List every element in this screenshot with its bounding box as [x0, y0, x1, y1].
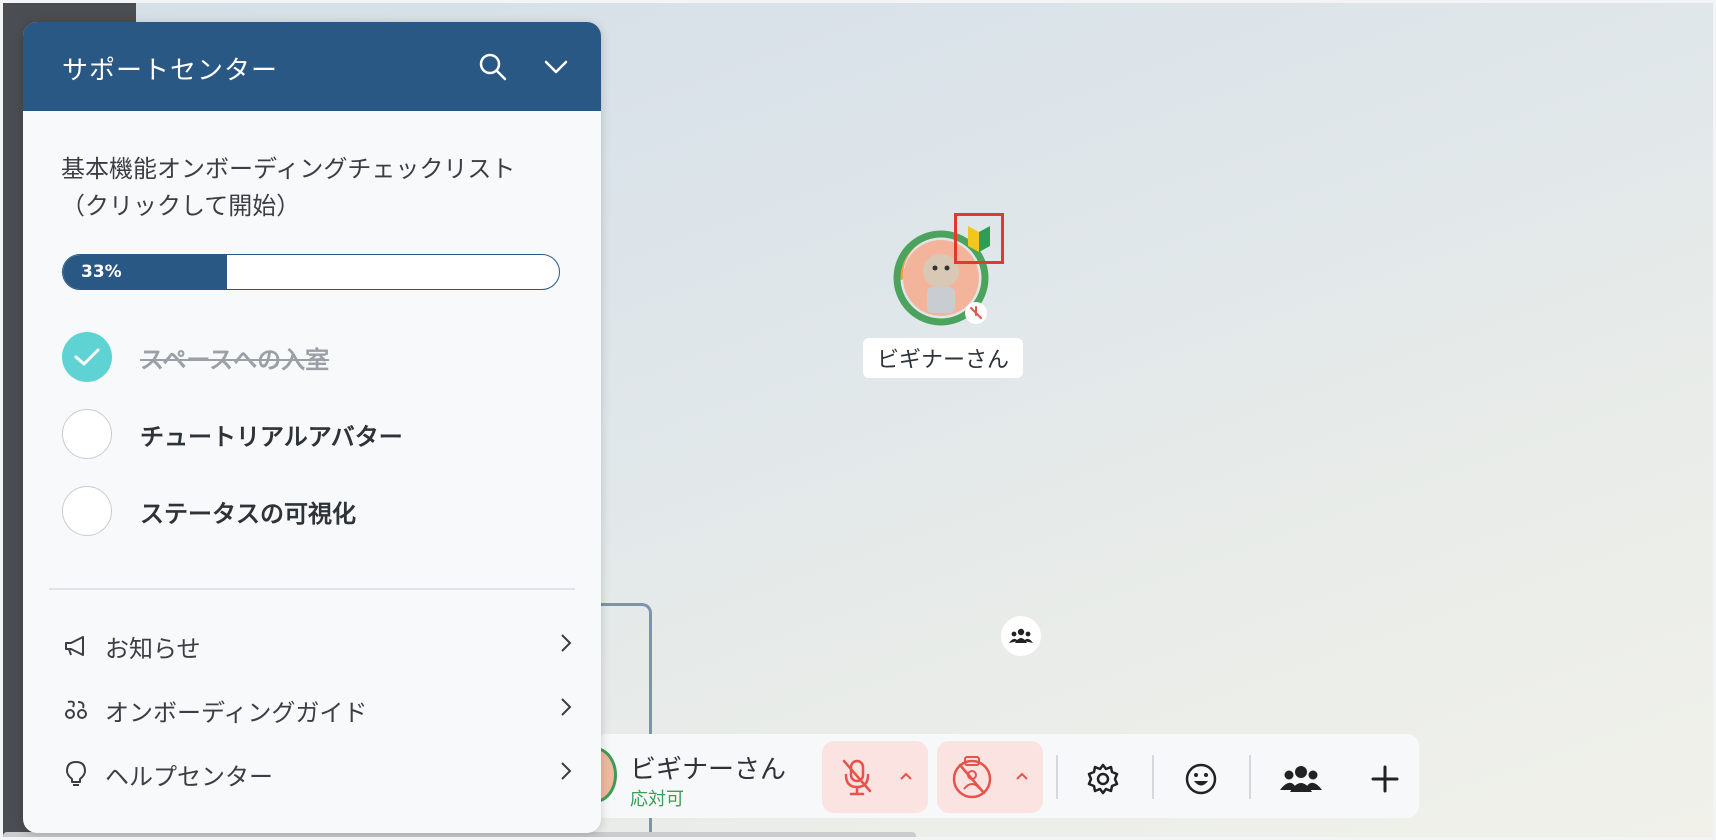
self-name: ビギナーさん [630, 755, 787, 785]
check-icon [74, 348, 100, 366]
members-button[interactable] [1273, 755, 1329, 803]
camera-options-chevron-up-icon[interactable] [1007, 758, 1037, 794]
task-done-check [62, 332, 112, 382]
checklist-title[interactable]: 基本機能オンボーディングチェックリスト（クリックして開始） [61, 151, 561, 225]
separator [1152, 755, 1154, 799]
menu-item-label: オンボーディングガイド [105, 698, 368, 727]
menu-item-label: ヘルプセンター [105, 762, 273, 791]
search-button[interactable] [476, 50, 510, 84]
app-frame: ビギナーさん ビギナーさん 応対可 サポートセンター 基本機能オンボーディングチ… [3, 3, 1713, 837]
self-status[interactable]: 応対可 [630, 785, 684, 811]
people-icon [1280, 766, 1322, 792]
chevron-right-icon [559, 696, 573, 722]
task-checkbox [62, 486, 112, 536]
separator [1249, 755, 1251, 799]
onboarding-icon [61, 695, 91, 725]
gear-icon [1087, 763, 1119, 795]
smiley-icon [1185, 763, 1217, 795]
task-label: スペースへの入室 [140, 345, 330, 374]
megaphone-icon [61, 631, 91, 661]
camera-off-button[interactable] [943, 748, 1001, 806]
plus-icon [1371, 765, 1399, 793]
mic-options-chevron-up-icon[interactable] [891, 758, 921, 794]
avatar-name-tag: ビギナーさん [863, 338, 1023, 378]
reaction-button[interactable] [1177, 755, 1225, 803]
settings-button[interactable] [1079, 755, 1127, 803]
support-center-panel: サポートセンター 基本機能オンボーディングチェックリスト（クリックして開始） 3… [23, 22, 601, 833]
menu-item-onboarding-guide[interactable]: オンボーディングガイド [61, 686, 573, 734]
menu-item-announcements[interactable]: お知らせ [61, 622, 573, 670]
progress-label: 33% [81, 262, 122, 282]
mic-mute-button[interactable] [829, 748, 885, 806]
panel-header: サポートセンター [23, 22, 601, 111]
task-checkbox [62, 409, 112, 459]
task-item-enter-space[interactable]: スペースへの入室 [62, 331, 582, 383]
chevron-right-icon [559, 760, 573, 786]
group-icon[interactable] [1001, 616, 1041, 656]
task-label: ステータスの可視化 [140, 499, 356, 528]
beginner-mark-icon [968, 226, 990, 252]
add-button[interactable] [1361, 755, 1409, 803]
chevron-down-icon [544, 60, 568, 74]
menu-item-label: お知らせ [105, 634, 201, 663]
task-label: チュートリアルアバター [140, 422, 403, 451]
lightbulb-icon [61, 759, 91, 789]
panel-title: サポートセンター [62, 56, 279, 86]
divider [49, 588, 575, 590]
chevron-right-icon [559, 632, 573, 658]
separator [1056, 755, 1058, 799]
menu-item-help-center[interactable]: ヘルプセンター [61, 750, 573, 798]
search-icon [479, 53, 507, 81]
task-item-tutorial-avatar[interactable]: チュートリアルアバター [62, 408, 582, 460]
camera-off-icon [952, 756, 992, 799]
progress-bar: 33% [62, 254, 560, 290]
collapse-button[interactable] [539, 50, 573, 84]
mic-off-icon [842, 759, 872, 796]
task-item-status-visualization[interactable]: ステータスの可視化 [62, 485, 582, 537]
beginner-badge-highlight[interactable] [954, 213, 1004, 264]
